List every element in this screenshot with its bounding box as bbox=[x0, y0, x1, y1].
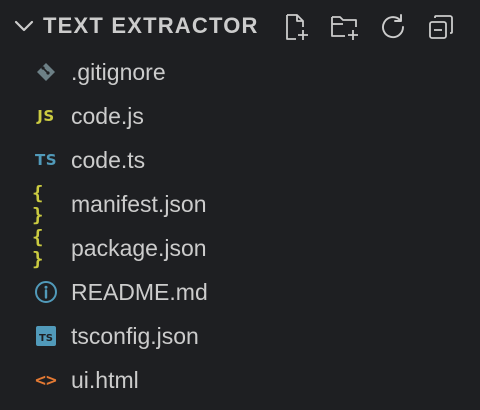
file-item-manifest-json[interactable]: { } manifest.json bbox=[0, 182, 480, 226]
file-label: package.json bbox=[71, 235, 207, 261]
new-file-icon bbox=[282, 12, 312, 42]
file-item-package-json[interactable]: { } package.json bbox=[0, 226, 480, 270]
file-label: manifest.json bbox=[71, 191, 207, 217]
typescript-icon: TS bbox=[34, 151, 58, 169]
file-tree: .gitignore JS code.js TS code.ts { } man… bbox=[0, 50, 480, 402]
json-icon: { } bbox=[32, 182, 44, 226]
tsconfig-icon-glyph: TS bbox=[39, 333, 53, 344]
file-label: ui.html bbox=[71, 367, 139, 393]
collapse-all-icon bbox=[426, 12, 456, 42]
explorer-title: TEXT EXTRACTOR bbox=[43, 13, 259, 38]
file-label: tsconfig.json bbox=[71, 323, 199, 349]
explorer-panel: TEXT EXTRACTOR .gitignore JS code.js TS … bbox=[0, 0, 480, 410]
refresh-button[interactable] bbox=[374, 11, 412, 43]
file-item-gitignore[interactable]: .gitignore bbox=[0, 50, 480, 94]
file-label: code.js bbox=[71, 103, 144, 129]
tsconfig-icon: TS bbox=[32, 324, 60, 348]
file-label: .gitignore bbox=[71, 59, 166, 85]
info-icon bbox=[32, 280, 60, 304]
html-icon: <> bbox=[35, 369, 57, 391]
file-label: README.md bbox=[71, 279, 208, 305]
file-item-tsconfig-json[interactable]: TS tsconfig.json bbox=[0, 314, 480, 358]
file-item-code-ts[interactable]: TS code.ts bbox=[0, 138, 480, 182]
file-item-readme-md[interactable]: README.md bbox=[0, 270, 480, 314]
explorer-actions bbox=[278, 11, 460, 43]
collapse-all-button[interactable] bbox=[422, 11, 460, 43]
new-folder-button[interactable] bbox=[326, 11, 364, 43]
new-file-button[interactable] bbox=[278, 11, 316, 43]
file-item-code-js[interactable]: JS code.js bbox=[0, 94, 480, 138]
new-folder-icon bbox=[329, 12, 361, 42]
git-icon bbox=[32, 60, 60, 84]
javascript-icon: JS bbox=[37, 107, 55, 125]
json-icon: { } bbox=[32, 226, 44, 270]
file-item-ui-html[interactable]: <> ui.html bbox=[0, 358, 480, 402]
file-label: code.ts bbox=[71, 147, 146, 173]
chevron-down-icon[interactable] bbox=[12, 14, 36, 38]
explorer-header[interactable]: TEXT EXTRACTOR bbox=[0, 0, 480, 52]
refresh-icon bbox=[378, 12, 408, 42]
